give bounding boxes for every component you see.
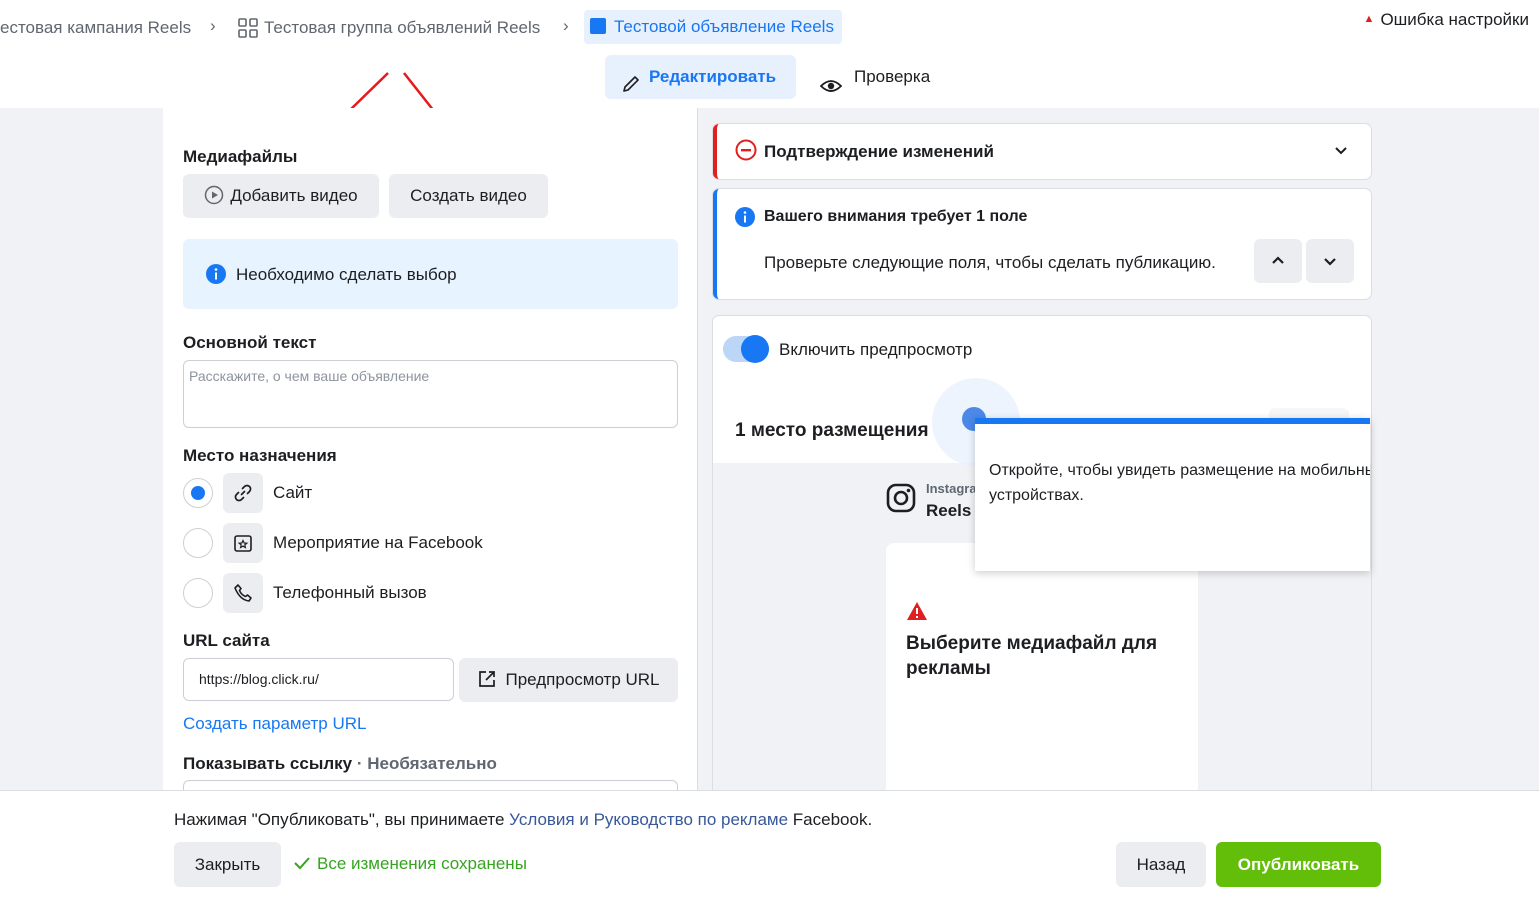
error-stop-icon bbox=[735, 139, 757, 166]
select-media-message: Выберите медиафайл для рекламы bbox=[906, 633, 1158, 679]
website-url-input[interactable]: https://blog.click.ru/ bbox=[183, 658, 454, 701]
play-circle-icon bbox=[204, 178, 224, 222]
create-url-parameter-link[interactable]: Создать параметр URL bbox=[183, 714, 366, 734]
chevron-down-icon[interactable] bbox=[1333, 142, 1349, 163]
preview-toggle-label: Включить предпросмотр bbox=[779, 340, 973, 359]
primary-text-field[interactable]: Расскажите, о чем ваше объявление bbox=[183, 360, 678, 428]
reels-label: Reels bbox=[926, 501, 972, 520]
info-icon bbox=[735, 207, 755, 232]
tab-edit[interactable]: Редактировать bbox=[605, 55, 796, 99]
tab-review[interactable]: Проверка bbox=[819, 55, 931, 99]
url-preview-button[interactable]: Предпросмотр URL bbox=[459, 658, 678, 702]
attention-description: Проверьте следующие поля, чтобы сделать … bbox=[764, 253, 1216, 272]
checkmark-icon bbox=[293, 855, 311, 876]
preview-toggle[interactable] bbox=[723, 335, 769, 363]
toggle-knob bbox=[741, 335, 769, 363]
primary-text-label: Основной текст bbox=[183, 333, 317, 352]
chevron-right-icon: › bbox=[210, 16, 216, 35]
confirm-changes-title: Подтверждение изменений bbox=[764, 142, 994, 161]
optional-label: · Необязательно bbox=[352, 754, 497, 773]
destination-website-label: Сайт bbox=[273, 483, 313, 502]
confirm-changes-card[interactable]: Подтверждение изменений bbox=[713, 124, 1371, 179]
warning-triangle-icon: ▲ bbox=[1363, 13, 1375, 25]
external-link-icon bbox=[477, 662, 497, 706]
placements-count-title: 1 место размещения bbox=[735, 420, 929, 441]
website-url-label: URL сайта bbox=[183, 631, 270, 650]
terms-notice: Нажимая "Опубликовать", вы принимаете Ус… bbox=[174, 810, 872, 830]
destination-phone-label: Телефонный вызов bbox=[273, 583, 427, 602]
add-video-label: Добавить видео bbox=[230, 186, 358, 205]
calendar-star-icon bbox=[223, 523, 263, 563]
terms-suffix: Facebook. bbox=[788, 810, 873, 829]
selection-required-notice: Необходимо сделать выбор bbox=[183, 239, 678, 309]
breadcrumb-adset[interactable]: Тестовая группа объявлений Reels bbox=[264, 14, 540, 44]
back-button[interactable]: Назад bbox=[1116, 842, 1206, 887]
link-icon bbox=[223, 473, 263, 513]
saved-status: Все изменения сохранены bbox=[293, 854, 527, 876]
ad-icon bbox=[590, 18, 606, 34]
attention-card: Вашего внимания требует 1 поле Проверьте… bbox=[713, 189, 1371, 299]
saved-status-label: Все изменения сохранены bbox=[317, 854, 527, 873]
radio-website[interactable] bbox=[183, 478, 213, 508]
radio-facebook-event[interactable] bbox=[183, 528, 213, 558]
publish-button[interactable]: Опубликовать bbox=[1216, 842, 1381, 887]
adset-grid-icon bbox=[238, 18, 258, 43]
setup-error-indicator[interactable]: ▲ Ошибка настройки bbox=[1364, 10, 1529, 30]
add-video-button[interactable]: Добавить видео bbox=[183, 174, 379, 218]
radio-phone-call[interactable] bbox=[183, 578, 213, 608]
create-video-button[interactable]: Создать видео bbox=[389, 174, 548, 218]
phone-icon bbox=[223, 573, 263, 613]
chevron-right-icon: › bbox=[563, 16, 569, 35]
phone-preview: Выберите медиафайл для рекламы bbox=[886, 543, 1198, 793]
setup-error-label: Ошибка настройки bbox=[1380, 10, 1529, 29]
display-link-label: Показывать ссылку bbox=[183, 754, 353, 773]
tooltip-text: Откройте, чтобы увидеть размещение на мо… bbox=[989, 462, 1370, 504]
instagram-icon bbox=[886, 483, 916, 518]
close-button[interactable]: Закрыть bbox=[174, 842, 281, 887]
attention-title: Вашего внимания требует 1 поле bbox=[764, 208, 1028, 225]
display-link-row: Показывать ссылку · Необязательно bbox=[183, 754, 497, 774]
destination-event-label: Мероприятие на Facebook bbox=[273, 533, 483, 552]
tab-review-label: Проверка bbox=[854, 67, 931, 86]
next-field-button[interactable] bbox=[1306, 239, 1354, 283]
url-preview-label: Предпросмотр URL bbox=[505, 670, 660, 689]
eye-icon bbox=[819, 68, 843, 112]
info-icon bbox=[206, 264, 226, 289]
mobile-placement-tooltip: Откройте, чтобы увидеть размещение на мо… bbox=[975, 418, 1370, 571]
warning-triangle-icon bbox=[906, 601, 928, 626]
tab-edit-label: Редактировать bbox=[649, 67, 777, 86]
terms-link[interactable]: Условия и Руководство по рекламе bbox=[509, 810, 788, 829]
breadcrumb-campaign[interactable]: естовая кампания Reels bbox=[0, 14, 191, 44]
breadcrumb-ad-label: Тестовой объявление Reels bbox=[614, 17, 834, 36]
previous-field-button[interactable] bbox=[1254, 239, 1302, 283]
breadcrumb-ad[interactable]: Тестовой объявление Reels bbox=[584, 10, 842, 44]
terms-prefix: Нажимая "Опубликовать", вы принимаете bbox=[174, 810, 510, 829]
notice-text: Необходимо сделать выбор bbox=[236, 265, 457, 284]
destination-label: Место назначения bbox=[183, 446, 337, 465]
pencil-icon bbox=[621, 67, 641, 111]
media-label: Медиафайлы bbox=[183, 147, 298, 166]
